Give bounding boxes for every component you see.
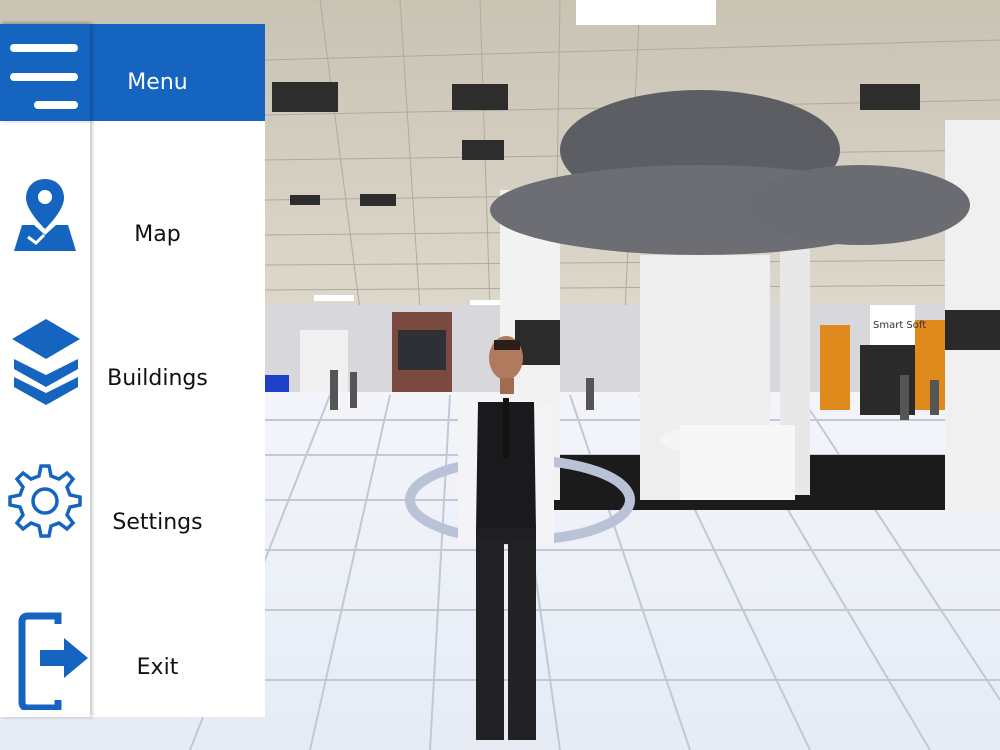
booth-sign: Smart Soft: [873, 320, 926, 331]
menu-item-map[interactable]: Map: [90, 222, 225, 247]
menu-item-buildings[interactable]: Buildings: [90, 366, 225, 391]
map-pin-icon[interactable]: [0, 175, 90, 255]
hamburger-icon: [0, 24, 90, 121]
menu-title: Menu: [127, 70, 188, 95]
layers-icon[interactable]: [0, 315, 90, 410]
menu-item-exit[interactable]: Exit: [90, 655, 225, 680]
exit-icon[interactable]: [0, 610, 90, 712]
hamburger-menu-button[interactable]: [0, 24, 90, 121]
menu-item-settings[interactable]: Settings: [90, 510, 225, 535]
gear-icon[interactable]: [0, 462, 90, 546]
